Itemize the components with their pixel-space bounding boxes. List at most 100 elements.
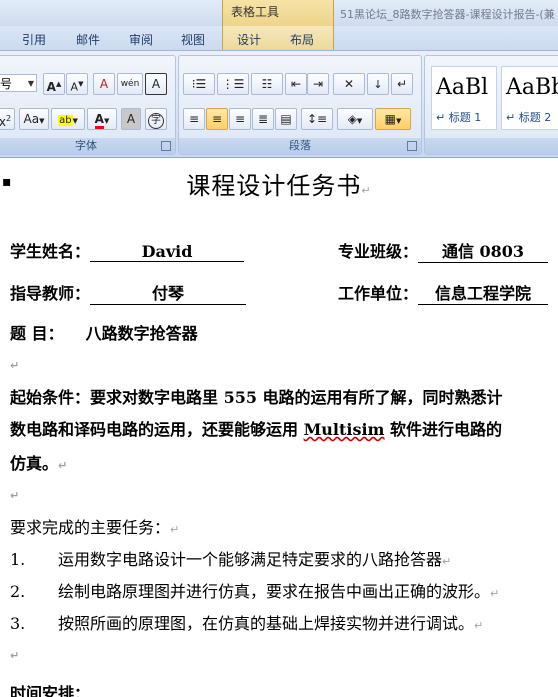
shrink-font-button[interactable]: A▼ bbox=[66, 73, 88, 95]
unit-row: 工作单位： 信息工程学院 bbox=[338, 280, 549, 305]
change-case-button[interactable]: Aa▼ bbox=[19, 108, 49, 130]
highlight-button[interactable]: ab▼ bbox=[51, 108, 85, 130]
document-page[interactable]: ▪ 课程设计任务书↵ 学生姓名： David 专业班级： 通信 0803 指导教师：… bbox=[0, 158, 558, 697]
align-left-icon: ≡ bbox=[188, 112, 200, 126]
chevron-down-icon: ▼ bbox=[27, 79, 34, 88]
topic-value: 八路数字抢答器 bbox=[85, 324, 198, 343]
enclose-char-button[interactable]: 字 bbox=[145, 108, 167, 130]
teacher-label: 指导教师： bbox=[10, 284, 91, 303]
align-right-button[interactable]: ≡ bbox=[229, 108, 251, 130]
class-label: 专业班级： bbox=[338, 242, 419, 261]
ribbon-tabs: 引用 邮件 审阅 视图 设计 布局 bbox=[0, 26, 558, 51]
bullets-button[interactable]: ⁝☰ bbox=[183, 73, 215, 95]
tab-view[interactable]: 视图 bbox=[181, 31, 205, 48]
paragraph-mark-icon: ↵ bbox=[490, 587, 500, 600]
empty-paragraph: ↵ bbox=[10, 644, 19, 663]
teacher-field[interactable]: 付琴 bbox=[90, 280, 247, 305]
paragraph-dialog-launcher-icon[interactable] bbox=[407, 141, 417, 151]
justify-icon: ≣ bbox=[257, 112, 269, 126]
char-shading-button[interactable]: A bbox=[121, 108, 141, 130]
document-title: 51黑论坛_8路数字抢答器-课程设计报告-(兼 bbox=[340, 8, 555, 21]
justify-button[interactable]: ≣ bbox=[252, 108, 274, 130]
font-group: 号 ▼ A▲ A▼ A wén A x2 Aa▼ ab▼ A▼ A 字 字体 bbox=[0, 55, 176, 155]
paragraph-mark-icon: ↵ bbox=[10, 649, 20, 662]
increase-indent-button[interactable]: ⇥ bbox=[307, 73, 329, 95]
class-field[interactable]: 通信 0803 bbox=[418, 238, 549, 263]
style-name: ↵ 标题 1 bbox=[436, 111, 482, 124]
schedule-heading: 时间安排： bbox=[10, 684, 91, 697]
teacher-row: 指导教师： 付琴 bbox=[10, 280, 247, 305]
contextual-group-label: 表格工具 bbox=[230, 5, 279, 19]
tab-review[interactable]: 审阅 bbox=[129, 31, 153, 48]
phonetic-guide-button[interactable]: wén bbox=[117, 73, 143, 95]
align-center-button[interactable]: ≡ bbox=[206, 108, 228, 130]
font-color-button[interactable]: A▼ bbox=[87, 108, 117, 130]
paragraph-group: ⁝☰ ⋮☰ ☷ ⇤ ⇥ ✕ ↓ ↵ ≡ ≡ ≡ ≣ ▤ ↕≡ ◈▼ ▦▼ 段落 bbox=[178, 55, 422, 155]
paragraph-mark-icon: ↵ bbox=[170, 523, 180, 536]
class-row: 专业班级： 通信 0803 bbox=[338, 238, 549, 263]
sort-icon: ↓ bbox=[373, 78, 383, 91]
tab-design[interactable]: 设计 bbox=[237, 31, 261, 48]
subscript-button[interactable]: x2 bbox=[0, 108, 15, 130]
tab-mailings[interactable]: 邮件 bbox=[76, 31, 100, 48]
styles-group: AaBl ↵ 标题 1 AaBb ↵ 标题 2 样 bbox=[424, 55, 558, 155]
distribute-button[interactable]: ▤ bbox=[275, 108, 297, 130]
contextual-tab-group: 表格工具 bbox=[222, 0, 334, 26]
page-title: 课程设计任务书↵ bbox=[186, 172, 372, 200]
align-left-button[interactable]: ≡ bbox=[183, 108, 205, 130]
multilevel-list-button[interactable]: ☷ bbox=[251, 73, 283, 95]
style-heading-2[interactable]: AaBb ↵ 标题 2 bbox=[501, 66, 558, 130]
numbering-icon: ⋮☰ bbox=[221, 77, 245, 91]
tab-references[interactable]: 引用 bbox=[22, 31, 46, 48]
font-dialog-launcher-icon[interactable] bbox=[161, 141, 171, 151]
tab-layout[interactable]: 布局 bbox=[290, 31, 314, 48]
line-spacing-button[interactable]: ↕≡ bbox=[301, 108, 333, 130]
conditions-line-2: 数电路和译码电路的运用，还要能够运用 Multisim 软件进行电路的 bbox=[10, 420, 503, 439]
paragraph-mark-icon: ↵ bbox=[58, 459, 68, 472]
paint-bucket-icon: ◈ bbox=[347, 112, 357, 126]
topic-row: 题 目： 八路数字抢答器 bbox=[10, 320, 198, 344]
style-heading-1[interactable]: AaBl ↵ 标题 1 bbox=[431, 66, 497, 130]
student-name-field[interactable]: David bbox=[90, 242, 245, 262]
grow-font-button[interactable]: A▲ bbox=[43, 73, 65, 95]
title-bar: 表格工具 51黑论坛_8路数字抢答器-课程设计报告-(兼 bbox=[0, 0, 558, 26]
paragraph-mark-icon: ↵ bbox=[474, 619, 484, 632]
style-sample: AaBb bbox=[506, 75, 558, 100]
unit-label: 工作单位： bbox=[338, 284, 419, 303]
chinese-layout-button[interactable]: ✕ bbox=[333, 73, 365, 95]
topic-label: 题 目： bbox=[10, 324, 64, 343]
borders-button[interactable]: ▦▼ bbox=[375, 108, 411, 130]
empty-paragraph: ↵ bbox=[10, 354, 19, 373]
styles-group-label: 样 bbox=[425, 138, 558, 154]
unit-field[interactable]: 信息工程学院 bbox=[418, 280, 549, 305]
clear-format-button[interactable]: A bbox=[93, 73, 115, 95]
sort-button[interactable]: ↓ bbox=[367, 73, 389, 95]
align-center-icon: ≡ bbox=[211, 112, 223, 126]
task-item: 1. 运用数字电路设计一个能够满足特定要求的八路抢答器↵ bbox=[10, 550, 452, 569]
student-label: 学生姓名： bbox=[10, 242, 91, 261]
spellcheck-word[interactable]: Multisim bbox=[304, 420, 385, 439]
task-item: 3. 按照所画的原理图，在仿真的基础上焊接实物并进行调试。↵ bbox=[10, 614, 484, 633]
numbering-button[interactable]: ⋮☰ bbox=[217, 73, 249, 95]
borders-icon: ▦ bbox=[384, 112, 396, 126]
line-spacing-icon: ↕≡ bbox=[306, 112, 328, 126]
char-border-button[interactable]: A bbox=[145, 73, 167, 95]
show-marks-button[interactable]: ↵ bbox=[391, 73, 413, 95]
font-size-value: 号 bbox=[0, 77, 13, 91]
paragraph-mark-icon: ↵ bbox=[361, 184, 372, 197]
decrease-indent-button[interactable]: ⇤ bbox=[285, 73, 307, 95]
phonetic-icon: wén bbox=[120, 79, 140, 89]
tasks-heading: 要求完成的主要任务：↵ bbox=[10, 518, 180, 537]
font-group-label: 字体 bbox=[0, 138, 175, 154]
shading-button[interactable]: ◈▼ bbox=[337, 108, 373, 130]
conditions-line-3: 仿真。↵ bbox=[10, 454, 68, 473]
style-sample: AaBl bbox=[436, 75, 489, 100]
paragraph-group-label: 段落 bbox=[179, 138, 421, 154]
increase-indent-icon: ⇥ bbox=[312, 77, 324, 91]
font-size-select[interactable]: 号 ▼ bbox=[0, 74, 37, 92]
bullets-icon: ⁝☰ bbox=[191, 77, 207, 91]
paragraph-mark-icon: ↵ bbox=[10, 489, 20, 502]
empty-paragraph: ↵ bbox=[10, 484, 19, 503]
chinese-layout-icon: ✕ bbox=[343, 77, 355, 91]
pilcrow-icon: ↵ bbox=[396, 77, 408, 91]
